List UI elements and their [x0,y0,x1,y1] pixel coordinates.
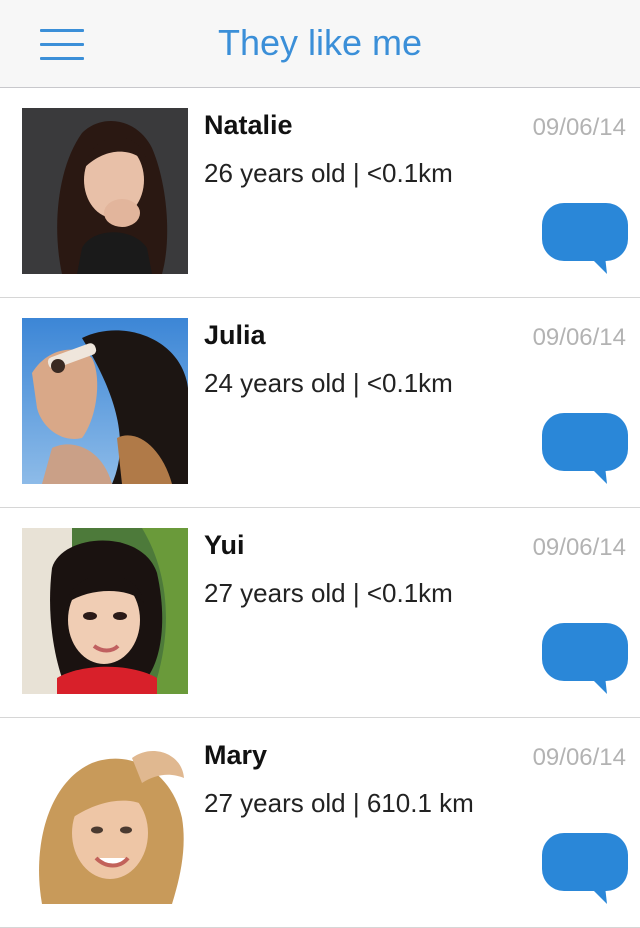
like-date: 09/06/14 [532,534,626,561]
chat-bubble-icon[interactable] [541,622,629,694]
profile-info: 26 years old | <0.1km [204,158,453,188]
like-date: 09/06/14 [532,114,626,141]
avatar[interactable] [22,318,188,484]
profile-info: 27 years old | <0.1km [204,578,453,608]
profile-name: Natalie [204,110,293,140]
page-title: They like me [217,22,423,63]
list-item[interactable]: Natalie 26 years old | <0.1km 09/06/14 [0,88,640,298]
chat-bubble-icon[interactable] [541,412,629,484]
avatar[interactable] [22,108,188,274]
profile-name: Yui [204,530,245,560]
list-item[interactable]: Julia 24 years old | <0.1km 09/06/14 [0,298,640,508]
profile-name: Mary [204,740,268,770]
chat-bubble-icon[interactable] [541,202,629,274]
profile-info: 27 years old | 610.1 km [204,788,474,818]
list-item[interactable]: Mary 27 years old | 610.1 km 09/06/14 [0,718,640,928]
like-date: 09/06/14 [532,324,626,351]
profile-name: Julia [204,320,266,350]
avatar[interactable] [22,528,188,694]
navigation-bar: They like me [0,0,640,88]
chat-bubble-icon[interactable] [541,832,629,904]
profile-info: 24 years old | <0.1km [204,368,453,398]
list-item[interactable]: Yui 27 years old | <0.1km 09/06/14 [0,508,640,718]
likes-list: Natalie 26 years old | <0.1km 09/06/14 J… [0,88,640,928]
avatar[interactable] [22,738,188,904]
like-date: 09/06/14 [532,744,626,771]
